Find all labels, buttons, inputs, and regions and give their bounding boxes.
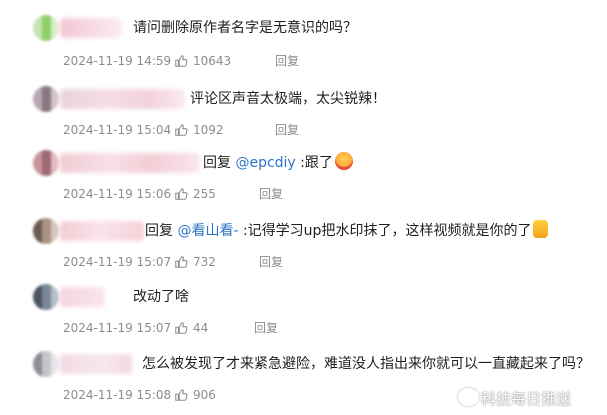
comment-text: 评论区声音太极端，太尖锐辣！: [190, 91, 386, 107]
comment-date: 2024-11-19 15:06: [63, 187, 172, 201]
reply-prefix: 回复: [145, 223, 178, 239]
mention-link[interactable]: @epcdiy: [235, 155, 295, 171]
reply-button[interactable]: 回复: [259, 186, 283, 202]
thumbs-up-emoji: [533, 220, 549, 238]
like-button[interactable]: 1092: [174, 122, 224, 138]
like-count: 44: [193, 321, 209, 335]
comment-text: 怎么被发现了才来紧急避险，难道没人指出来你就可以一直藏起来了吗？: [142, 356, 590, 372]
like-button[interactable]: 10643: [174, 53, 231, 69]
reply-button[interactable]: 回复: [275, 122, 299, 138]
reply-text: :记得学习up把水印抹了，这样视频就是你的了: [238, 223, 532, 239]
avatar[interactable]: [33, 218, 59, 244]
comment-date: 2024-11-19 14:59: [63, 54, 172, 68]
comment-date: 2024-11-19 15:08: [63, 388, 172, 402]
comment-date: 2024-11-19 15:07: [63, 321, 172, 335]
comment-text: 回复 @epcdiy :跟了: [203, 150, 353, 176]
weibo-logo-icon: [458, 388, 479, 406]
comment-date: 2024-11-19 15:04: [63, 123, 172, 137]
like-button[interactable]: 255: [174, 186, 216, 202]
reply-button[interactable]: 回复: [259, 254, 283, 270]
like-count: 1092: [193, 123, 224, 137]
thumbs-up-icon: [175, 124, 188, 136]
comment-text: 改动了啥: [133, 289, 189, 305]
reply-prefix: 回复: [203, 155, 236, 171]
thumbs-up-icon: [175, 55, 188, 67]
mention-link[interactable]: @看山看-: [177, 223, 238, 239]
username-redacted[interactable]: [60, 18, 122, 38]
like-count: 255: [193, 187, 216, 201]
reply-text: :跟了: [295, 155, 333, 171]
thumbs-up-icon: [175, 322, 188, 334]
thumbs-up-icon: [175, 188, 188, 200]
comment-text: 请问删除原作者名字是无意识的吗？: [133, 20, 357, 36]
avatar[interactable]: [33, 150, 59, 176]
username-redacted[interactable]: [60, 287, 105, 307]
grinning-emoji: [334, 152, 353, 170]
avatar[interactable]: [33, 15, 59, 41]
like-count: 906: [193, 388, 216, 402]
like-button[interactable]: 906: [174, 387, 216, 403]
thumbs-up-icon: [175, 389, 188, 401]
like-button[interactable]: 732: [174, 254, 216, 270]
username-redacted[interactable]: [60, 89, 185, 109]
reply-button[interactable]: 回复: [275, 53, 299, 69]
username-redacted[interactable]: [60, 221, 144, 241]
avatar[interactable]: [33, 284, 59, 310]
like-count: 10643: [193, 54, 232, 68]
watermark-text: 科技每日推送: [481, 390, 572, 408]
username-redacted[interactable]: [60, 354, 132, 374]
like-button[interactable]: 44: [174, 320, 208, 336]
watermark: 科技每日推送: [458, 388, 571, 409]
comment-date: 2024-11-19 15:07: [63, 255, 172, 269]
username-redacted[interactable]: [60, 153, 200, 173]
avatar[interactable]: [33, 351, 59, 377]
reply-button[interactable]: 回复: [254, 320, 278, 336]
thumbs-up-icon: [175, 256, 188, 268]
like-count: 732: [193, 255, 216, 269]
comment-text: 回复 @看山看- :记得学习up把水印抹了，这样视频就是你的了: [145, 218, 549, 244]
avatar[interactable]: [33, 86, 59, 112]
